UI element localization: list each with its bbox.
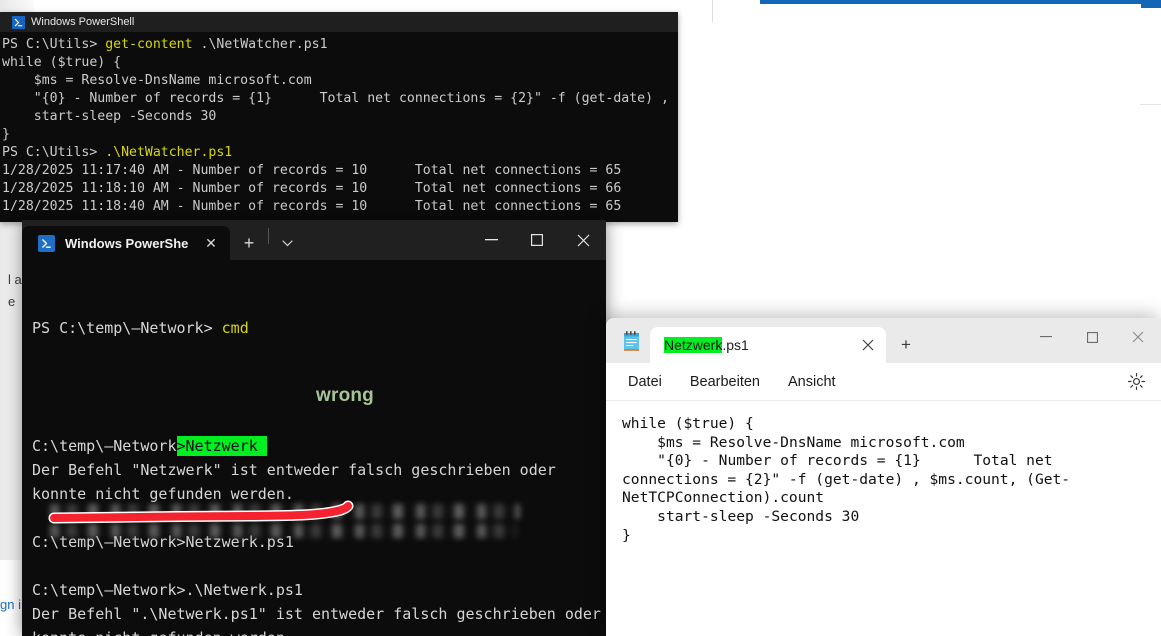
minimize-icon[interactable]: [468, 220, 514, 260]
notepad-window[interactable]: Netzwerk.ps1 + Datei Bearbeiten Ansicht …: [606, 318, 1161, 636]
console-line: 1/28/2025 11:18:10 AM - Number of record…: [2, 180, 678, 198]
menu-item-datei[interactable]: Datei: [628, 374, 662, 390]
wrong-annotation-label: wrong: [316, 385, 374, 406]
terminal-line: konnte nicht gefunden werden.: [32, 485, 294, 503]
console-command-token: get-content: [105, 37, 193, 52]
console-line: }: [2, 126, 678, 144]
terminal-line: Der Befehl "Netzwerk" ist entweder falsc…: [32, 461, 556, 479]
close-icon[interactable]: ✕: [198, 230, 224, 256]
terminal-prompt-line: PS C:\temp\–Network> cmd: [32, 316, 606, 340]
console-line: 1/28/2025 11:18:40 AM - Number of record…: [2, 198, 678, 216]
new-tab-button[interactable]: +: [230, 226, 268, 260]
console-text-token: "{0} - Number of records = {1} Total net…: [33, 91, 678, 106]
console-line: PS C:\Utils> get-content .\NetWatcher.ps…: [2, 36, 678, 54]
console-line: "{0} - Number of records = {1} Total net…: [2, 90, 678, 108]
background-divider-vertical: [712, 0, 713, 22]
console-line: 1/28/2025 11:17:40 AM - Number of record…: [2, 162, 678, 180]
console-text-token: .\NetWatcher.ps1: [192, 37, 328, 52]
redacted-text-line-1: [50, 504, 520, 519]
background-banner-right-cap: [1141, 0, 1161, 8]
menu-item-bearbeiten[interactable]: Bearbeiten: [690, 374, 760, 390]
console-command-token: .\NetWatcher.ps1: [105, 145, 233, 160]
console-text-token: PS C:\Utils>: [2, 37, 106, 52]
terminal-prompt: PS C:\temp\–Network>: [32, 319, 222, 337]
console-text-token: }: [2, 127, 10, 142]
close-icon[interactable]: [560, 220, 606, 260]
background-divider-horizontal: [1140, 104, 1161, 105]
console-text-token: 1/28/2025 11:17:40 AM - Number of record…: [2, 163, 622, 178]
console-text-token: 1/28/2025 11:18:40 AM - Number of record…: [2, 199, 622, 214]
terminal-line: C:\temp\–Network>Netzwerk: [32, 434, 606, 458]
powershell-console-title-text: Windows PowerShell: [31, 16, 135, 28]
powershell-console-titlebar[interactable]: Windows PowerShell: [0, 12, 678, 32]
notepad-window-controls[interactable]: [1023, 318, 1161, 363]
terminal-command: cmd: [221, 319, 249, 337]
redacted-text-line-2: [50, 524, 516, 538]
console-text-token: while ($true) {: [2, 55, 122, 70]
powershell-console-output: PS C:\Utils> get-content .\NetWatcher.ps…: [0, 32, 678, 216]
maximize-icon[interactable]: [1069, 318, 1115, 356]
console-text-token: $ms = Resolve-DnsName microsoft.com: [2, 73, 312, 88]
menu-item-ansicht[interactable]: Ansicht: [788, 374, 836, 390]
close-icon[interactable]: [1115, 318, 1161, 356]
terminal-line-prompt: C:\temp\–Network: [32, 437, 177, 455]
notepad-tab-highlighted-name: Netzwerk: [664, 337, 723, 353]
gear-icon[interactable]: [1127, 372, 1147, 392]
highlighted-command: >Netzwerk: [176, 436, 267, 456]
terminal-line: C:\temp\–Network>.\Netwerk.ps1: [32, 581, 303, 599]
new-tab-button[interactable]: +: [886, 327, 926, 363]
powershell-icon: [38, 234, 55, 252]
close-icon[interactable]: [854, 331, 882, 359]
console-text-token: 1/28/2025 11:18:10 AM - Number of record…: [2, 181, 622, 196]
screen-root: l a e gn i Windows PowerShell PS C:\Util…: [0, 0, 1161, 636]
terminal-line: Der Befehl ".\Netwerk.ps1" ist entweder …: [32, 605, 601, 623]
console-text-token: PS C:\Utils>: [2, 145, 106, 160]
notepad-tab[interactable]: Netzwerk.ps1: [650, 327, 886, 363]
windows-terminal-window[interactable]: Windows PowerShell ✕ + PS C:\temp\–Netwo…: [22, 220, 606, 636]
terminal-tab-powershell[interactable]: Windows PowerShell ✕: [22, 226, 230, 260]
terminal-titlebar[interactable]: Windows PowerShell ✕ +: [22, 220, 606, 260]
console-line: start-sleep -Seconds 30: [2, 108, 678, 126]
notepad-menubar[interactable]: Datei Bearbeiten Ansicht: [606, 363, 1161, 401]
notepad-editor[interactable]: while ($true) { $ms = Resolve-DnsName mi…: [606, 401, 1161, 545]
terminal-tab-label: Windows PowerShell: [65, 235, 188, 251]
powershell-icon: [12, 15, 25, 29]
terminal-window-controls[interactable]: [468, 220, 606, 260]
powershell-console-window[interactable]: Windows PowerShell PS C:\Utils> get-cont…: [0, 12, 678, 222]
notepad-tab-label: Netzwerk.ps1: [664, 337, 842, 353]
background-banner: [760, 0, 1161, 4]
notepad-tab-extension: .ps1: [722, 337, 749, 353]
maximize-icon[interactable]: [514, 220, 560, 260]
notepad-titlebar[interactable]: Netzwerk.ps1 +: [606, 318, 1161, 363]
terminal-output[interactable]: PS C:\temp\–Network> cmd C:\temp\–Networ…: [22, 260, 606, 636]
console-text-token: start-sleep -Seconds 30: [2, 109, 217, 124]
notepad-icon: [622, 330, 642, 352]
console-line: while ($true) {: [2, 54, 678, 72]
chevron-down-icon[interactable]: [269, 226, 305, 260]
minimize-icon[interactable]: [1023, 318, 1069, 356]
console-line: $ms = Resolve-DnsName microsoft.com: [2, 72, 678, 90]
console-line: PS C:\Utils> .\NetWatcher.ps1: [2, 144, 678, 162]
terminal-line: konnte nicht gefunden werden.: [32, 626, 606, 636]
